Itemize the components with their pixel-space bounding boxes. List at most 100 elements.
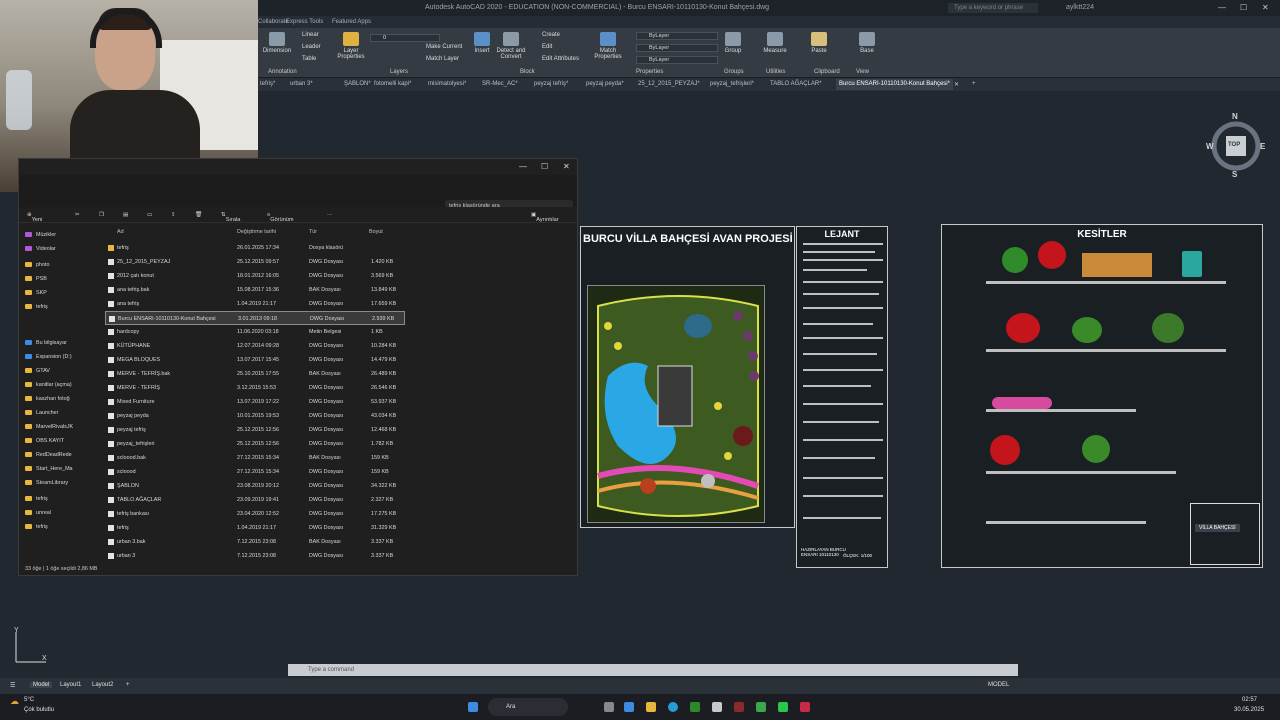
column-size[interactable]: Boyut [369, 229, 383, 235]
file-row[interactable]: MERVE - TEFRİŞ.bak 25.10.2015 17:55 BAK Do… [105, 367, 405, 381]
share-icon[interactable]: ⇪ [171, 212, 176, 218]
file-row[interactable]: MEGA BLOQUES 13.07.2017 15:45 DWG Dosyası 1… [105, 353, 405, 367]
create-button[interactable]: Create [542, 32, 560, 38]
nav-item[interactable]: PSB [25, 273, 47, 285]
viewcube-south[interactable]: S [1232, 170, 1237, 179]
tab-featured-apps[interactable]: Featured Apps [332, 19, 371, 25]
rename-icon[interactable]: ▭ [147, 212, 152, 218]
acad-search-input[interactable]: Type a keyword or phrase [948, 3, 1038, 13]
file-tab[interactable]: 25_12_2015_PEYZAJ* [638, 81, 700, 87]
view-button[interactable]: ≡ Görünüm [267, 212, 294, 223]
group-button[interactable]: Group [722, 32, 744, 54]
nav-item[interactable]: Videolar [25, 243, 56, 255]
start-icon[interactable] [468, 702, 478, 712]
sort-button[interactable]: ⇅ Sırala [221, 212, 240, 223]
new-button[interactable]: ⊕ Yeni [27, 212, 42, 223]
file-tab[interactable]: misimatolyesi* [428, 81, 466, 87]
clock-time[interactable]: 02:57 [1242, 697, 1257, 703]
chrome-icon[interactable] [690, 702, 700, 712]
new-tab-icon[interactable]: + [972, 81, 976, 87]
color-dropdown[interactable]: ByLayer [636, 32, 718, 40]
tab-layout2[interactable]: Layout2 [92, 682, 113, 688]
nav-item[interactable]: SteamLibrary [25, 477, 68, 489]
layer-properties-button[interactable]: Layer Properties [336, 32, 366, 60]
file-row[interactable]: Mixed Furniture 13.07.2019 17:22 DWG Dosya… [105, 395, 405, 409]
explorer-maximize-icon[interactable]: ☐ [541, 162, 548, 171]
model-space-toggle[interactable]: MODEL [988, 682, 1009, 688]
nav-item[interactable]: Launcher [25, 407, 58, 419]
dimension-button[interactable]: Dimension [262, 32, 292, 54]
autocad-taskbar-icon[interactable] [734, 702, 744, 712]
nav-item[interactable]: SKP [25, 287, 47, 299]
tab-express-tools[interactable]: Express Tools [286, 19, 323, 25]
lineweight-dropdown[interactable]: ByLayer [636, 56, 718, 64]
nav-item[interactable]: MarvelRivalsJK [25, 421, 73, 433]
nav-item[interactable]: tefriş [25, 301, 48, 313]
taskbar-search-input[interactable]: Ara [488, 698, 568, 716]
block-group-label[interactable]: Block [520, 69, 535, 75]
file-explorer-taskbar-icon[interactable] [646, 702, 656, 712]
explorer-minimize-icon[interactable]: — [519, 162, 527, 171]
github-icon[interactable] [712, 702, 722, 712]
nav-item[interactable]: tefriş [25, 493, 48, 505]
nav-item[interactable]: Bu bilgisayar [25, 337, 67, 349]
file-row[interactable]: urban 3 7.12.2015 23:08 DWG Dosyası 3.337 K… [105, 549, 405, 563]
nav-item[interactable]: unreal [25, 507, 51, 519]
file-row[interactable]: hardcopy 11.06.2020 03:18 Metin Belgesi 1 K… [105, 325, 405, 339]
groups-group-label[interactable]: Groups [724, 69, 744, 75]
file-tab[interactable]: urban 3* [290, 81, 313, 87]
layer-dropdown[interactable]: 0 [370, 34, 440, 42]
nav-item[interactable]: RedDeadRede [25, 449, 72, 461]
measure-button[interactable]: Measure [762, 32, 788, 54]
autocad-icon[interactable] [800, 702, 810, 712]
more-button[interactable]: ··· [327, 212, 333, 218]
file-row[interactable]: peyzaj_tefrişleri 25.12.2015 12:56 DWG Dos… [105, 437, 405, 451]
file-tab-active[interactable]: Burcu ENSARI-10110130-Konut Bahçesi* [836, 79, 953, 90]
nav-item[interactable]: GTAV [25, 365, 50, 377]
file-row[interactable]: ŞABLON 23.08.2019 20:12 DWG Dosyası 34.322 … [105, 479, 405, 493]
user-name[interactable]: aylktt224 [1066, 4, 1094, 11]
delete-icon[interactable]: 🗑 [195, 212, 202, 218]
tab-model[interactable]: Model [30, 682, 53, 688]
file-row[interactable]: peyzaj peyda 10.01.2015 19:53 DWG Dosyası 4… [105, 409, 405, 423]
close-tab-icon[interactable]: ✕ [954, 81, 959, 88]
clipboard-group-label[interactable]: Clipboard [814, 69, 840, 75]
file-row[interactable]: scloood 27.12.2015 15:34 DWG Dosyası 159 KB [105, 465, 405, 479]
file-row[interactable]: tefriş 1.04.2019 21:17 DWG Dosyası 31.329 K… [105, 521, 405, 535]
file-tab[interactable]: TABLO AĞAÇLAR* [770, 81, 822, 87]
file-row[interactable]: 25_12_2015_PEYZAJ 25.12.2015 09:57 DWG Dos… [105, 255, 405, 269]
file-row[interactable]: TABLO AĞAÇLAR 23.09.2019 19:41 DWG Dosyası… [105, 493, 405, 507]
file-row[interactable]: tefriş bankası 23.04.2020 12:52 DWG Dosyas… [105, 507, 405, 521]
file-tab[interactable]: fotomelli kapi* [374, 81, 411, 87]
linetype-dropdown[interactable]: ByLayer [636, 44, 718, 52]
paste-icon[interactable]: ▤ [123, 212, 128, 218]
insert-button[interactable]: Insert [470, 32, 494, 54]
tab-collaborate[interactable]: Collaborate [258, 19, 289, 25]
nav-item[interactable]: kaszhan fotoğ [25, 393, 70, 405]
copy-icon[interactable]: ❐ [99, 212, 104, 218]
file-tab[interactable]: peyzaj tefriş* [534, 81, 568, 87]
viewcube-top[interactable]: TOP [1228, 142, 1240, 148]
clock-date[interactable]: 30.05.2025 [1234, 707, 1264, 713]
viewcube-north[interactable]: N [1232, 112, 1238, 121]
nav-item[interactable]: Expansion (D:) [25, 351, 72, 363]
maximize-icon[interactable]: ☐ [1240, 3, 1247, 12]
detect-convert-button[interactable]: Detect and Convert [496, 32, 526, 60]
viewcube-west[interactable]: W [1206, 142, 1214, 151]
file-row[interactable]: scloood.bak 27.12.2015 15:34 BAK Dosyası 15… [105, 451, 405, 465]
paste-button[interactable]: Paste [808, 32, 830, 54]
nav-item[interactable]: OBS KAYIT [25, 435, 64, 447]
match-layer-button[interactable]: Match Layer [426, 56, 459, 62]
edge-icon[interactable] [668, 702, 678, 712]
file-row[interactable]: MERVE - TEFRİŞ 3.12.2015 15:53 DWG Dosyası… [105, 381, 405, 395]
annotation-group-label[interactable]: Annotation [268, 69, 297, 75]
leader-button[interactable]: Leader [302, 44, 321, 50]
file-row[interactable]: tefriş 26.01.2025 17:34 Dosya klasörü [105, 241, 405, 255]
file-row[interactable]: 2012 çatı konut 18.01.2012 16:05 DWG Dosya… [105, 269, 405, 283]
file-tab[interactable]: peyzaj peyda* [586, 81, 624, 87]
column-type[interactable]: Tür [309, 229, 317, 235]
details-button[interactable]: ▣ Ayrıntılar [531, 212, 559, 223]
linear-button[interactable]: Linear [302, 32, 319, 38]
add-layout-icon[interactable]: + [126, 682, 130, 688]
file-tab[interactable]: ŞABLON* [344, 81, 371, 87]
